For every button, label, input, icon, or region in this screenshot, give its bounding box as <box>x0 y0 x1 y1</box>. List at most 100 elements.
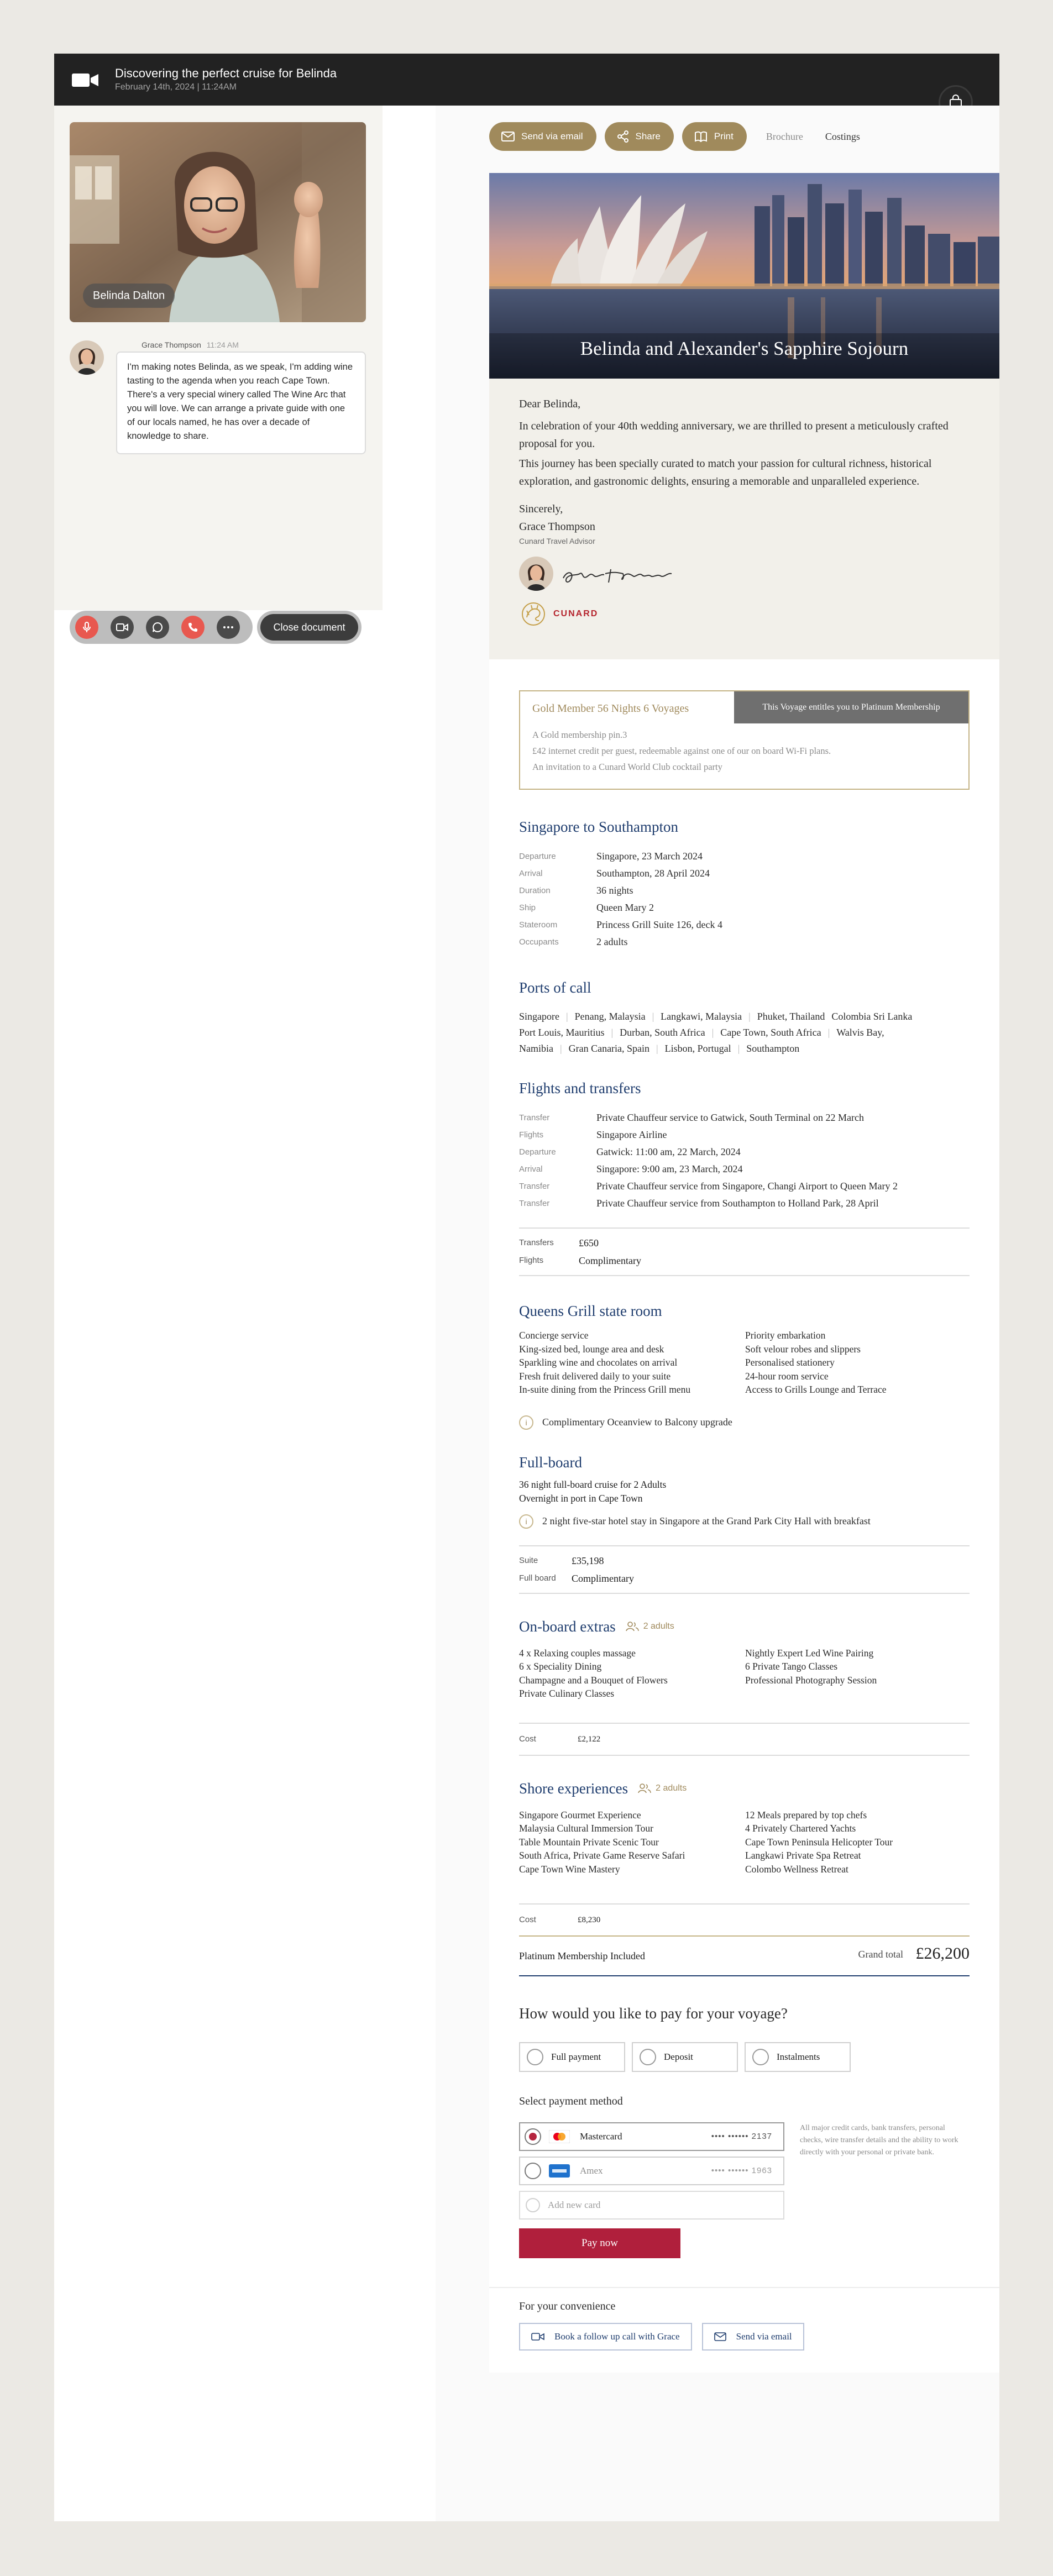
app-window: Discovering the perfect cruise for Belin… <box>54 54 999 2521</box>
detail-label: Transfer <box>519 1199 550 1208</box>
detail-label: Arrival <box>519 869 543 878</box>
participant-video: Belinda Dalton <box>70 122 366 322</box>
divider <box>519 1275 970 1276</box>
card-mastercard[interactable]: Mastercard •••• •••••• 2137 <box>519 2122 784 2151</box>
close-document-button[interactable]: Close document <box>257 611 362 644</box>
feature-item: Concierge service <box>519 1330 589 1341</box>
send-email-button[interactable]: Send via email <box>489 122 596 151</box>
card-amex[interactable]: Amex •••• •••••• 1963 <box>519 2157 784 2185</box>
book-followup-button[interactable]: Book a follow up call with Grace <box>519 2323 692 2351</box>
divider <box>519 1754 970 1756</box>
detail-value: Princess Grill Suite 126, deck 4 <box>596 919 722 930</box>
brochure-link[interactable]: Brochure <box>766 131 803 143</box>
shore-item: Colombo Wellness Retreat <box>745 1863 848 1875</box>
detail-value: Private Chauffeur service to Gatwick, So… <box>596 1112 864 1123</box>
payment-option-deposit[interactable]: Deposit <box>632 2042 738 2072</box>
detail-value: 36 nights <box>596 885 633 896</box>
payment-option-instalments[interactable]: Instalments <box>745 2042 851 2072</box>
add-new-card[interactable]: Add new card <box>519 2191 784 2220</box>
cost-label: Full board <box>519 1573 556 1583</box>
grill-features: Concierge service King-sized bed, lounge… <box>519 1329 970 1397</box>
ports-line: Singapore | Penang, Malaysia | Langkawi, Mal… <box>519 1011 913 1022</box>
port: Phuket, Thailand <box>757 1011 825 1022</box>
mastercard-icon <box>549 2130 570 2143</box>
port: Cape Town, South Africa <box>720 1027 821 1038</box>
cost-label: Flights <box>519 1256 544 1265</box>
membership-benefit: An invitation to a Cunard World Club coc… <box>532 762 722 772</box>
port: Singapore <box>519 1011 559 1022</box>
card-number: •••• •••••• 2137 <box>711 2132 772 2141</box>
end-call-button[interactable] <box>181 616 205 639</box>
pay-now-label: Pay now <box>581 2237 618 2249</box>
feature-item: 24-hour room service <box>745 1370 829 1382</box>
detail-value: 2 adults <box>596 936 628 947</box>
letter-paragraph-2: This journey has been specially curated … <box>519 458 932 487</box>
share-label: Share <box>635 131 661 141</box>
extra-item: Private Culinary Classes <box>519 1688 615 1699</box>
video-camera-icon <box>116 623 128 631</box>
route-details: Departure Singapore, 23 March 2024 Arriva… <box>519 848 970 951</box>
advisor-avatar <box>519 557 553 591</box>
flights-title: Flights and transfers <box>519 1080 641 1096</box>
info-icon: i <box>519 1514 533 1529</box>
cost-value: £650 <box>579 1237 599 1248</box>
route-title: Singapore to Southampton <box>519 819 678 835</box>
letter-greeting: Dear Belinda, <box>519 398 581 410</box>
divider <box>519 1592 970 1594</box>
cost-label: Cost <box>519 1915 536 1924</box>
more-options-button[interactable] <box>217 616 240 639</box>
convenience-email-button[interactable]: Send via email <box>701 2323 804 2351</box>
divider <box>519 1975 970 1976</box>
call-panel: Belinda Dalton Grace Thompson 11:24 AM I… <box>54 106 383 644</box>
call-title: Discovering the perfect cruise for Belin… <box>115 66 337 80</box>
book-followup-label: Book a follow up call with Grace <box>554 2331 680 2342</box>
grand-total-row: Platinum Membership Included Grand total… <box>519 1937 970 1975</box>
costings-link[interactable]: Costings <box>825 131 860 143</box>
letter-paragraph-1: In celebration of your 40th wedding anni… <box>519 420 949 450</box>
mute-button[interactable] <box>75 616 98 639</box>
letter-closing: Sincerely, <box>519 503 563 515</box>
detail-value: Queen Mary 2 <box>596 902 654 913</box>
shore-guests-label: 2 adults <box>656 1783 687 1793</box>
convenience-actions: Book a follow up call with Grace Send vi… <box>519 2323 970 2351</box>
camera-button[interactable] <box>111 616 134 639</box>
radio-icon <box>527 2049 543 2065</box>
cost-label: Transfers <box>519 1238 554 1247</box>
port: Colombia Sri Lanka <box>831 1011 913 1022</box>
shore-title: Shore experiences <box>519 1780 628 1797</box>
more-dots-icon <box>223 626 233 628</box>
letter-signer-role: Cunard Travel Advisor <box>519 537 595 545</box>
payment-options: Full payment Deposit Instalments <box>519 2042 970 2072</box>
print-label: Print <box>714 131 734 141</box>
membership-benefits: A Gold membership pin.3 £42 internet cre… <box>532 727 831 775</box>
ports-title: Ports of call <box>519 979 591 996</box>
call-subtitle: February 14th, 2024 | 11:24AM <box>115 82 237 92</box>
chat-bubble: I'm making notes Belinda, as we speak, I… <box>116 351 366 454</box>
people-icon <box>625 1622 639 1631</box>
handwritten-signature <box>563 569 672 583</box>
shore-item: 4 Privately Chartered Yachts <box>745 1823 856 1834</box>
payment-method-title: Select payment method <box>519 2095 623 2107</box>
extra-item: 6 Private Tango Classes <box>745 1661 838 1672</box>
print-button[interactable]: Print <box>682 122 747 151</box>
cost-label: Suite <box>519 1555 538 1565</box>
card-number: •••• •••••• 1963 <box>711 2166 772 2175</box>
port: Gran Canaria, Spain <box>568 1043 650 1054</box>
share-button[interactable]: Share <box>604 122 674 151</box>
payment-option-full[interactable]: Full payment <box>519 2042 625 2072</box>
port: Durban, South Africa <box>620 1027 705 1038</box>
shore-item: Table Mountain Private Scenic Tour <box>519 1836 659 1848</box>
chat-time: 11:24 AM <box>206 340 239 349</box>
chat-button[interactable] <box>146 616 169 639</box>
note-text: Complimentary Oceanview to Balcony upgra… <box>542 1416 732 1428</box>
feature-item: Fresh fruit delivered daily to your suit… <box>519 1370 671 1382</box>
shore-item: Langkawi Private Spa Retreat <box>745 1850 861 1861</box>
extras-guests: 2 adults <box>625 1622 674 1631</box>
detail-label: Duration <box>519 886 551 895</box>
fullboard-costs: Suite £35,198 Full board Complimentary <box>519 1546 970 1593</box>
extra-item: 6 x Speciality Dining <box>519 1661 602 1672</box>
port: Langkawi, Malaysia <box>661 1011 742 1022</box>
pay-now-button[interactable]: Pay now <box>519 2228 680 2258</box>
detail-value: Private Chauffeur service from Southampt… <box>596 1198 879 1209</box>
cunard-logo: CUNARD <box>519 600 970 628</box>
